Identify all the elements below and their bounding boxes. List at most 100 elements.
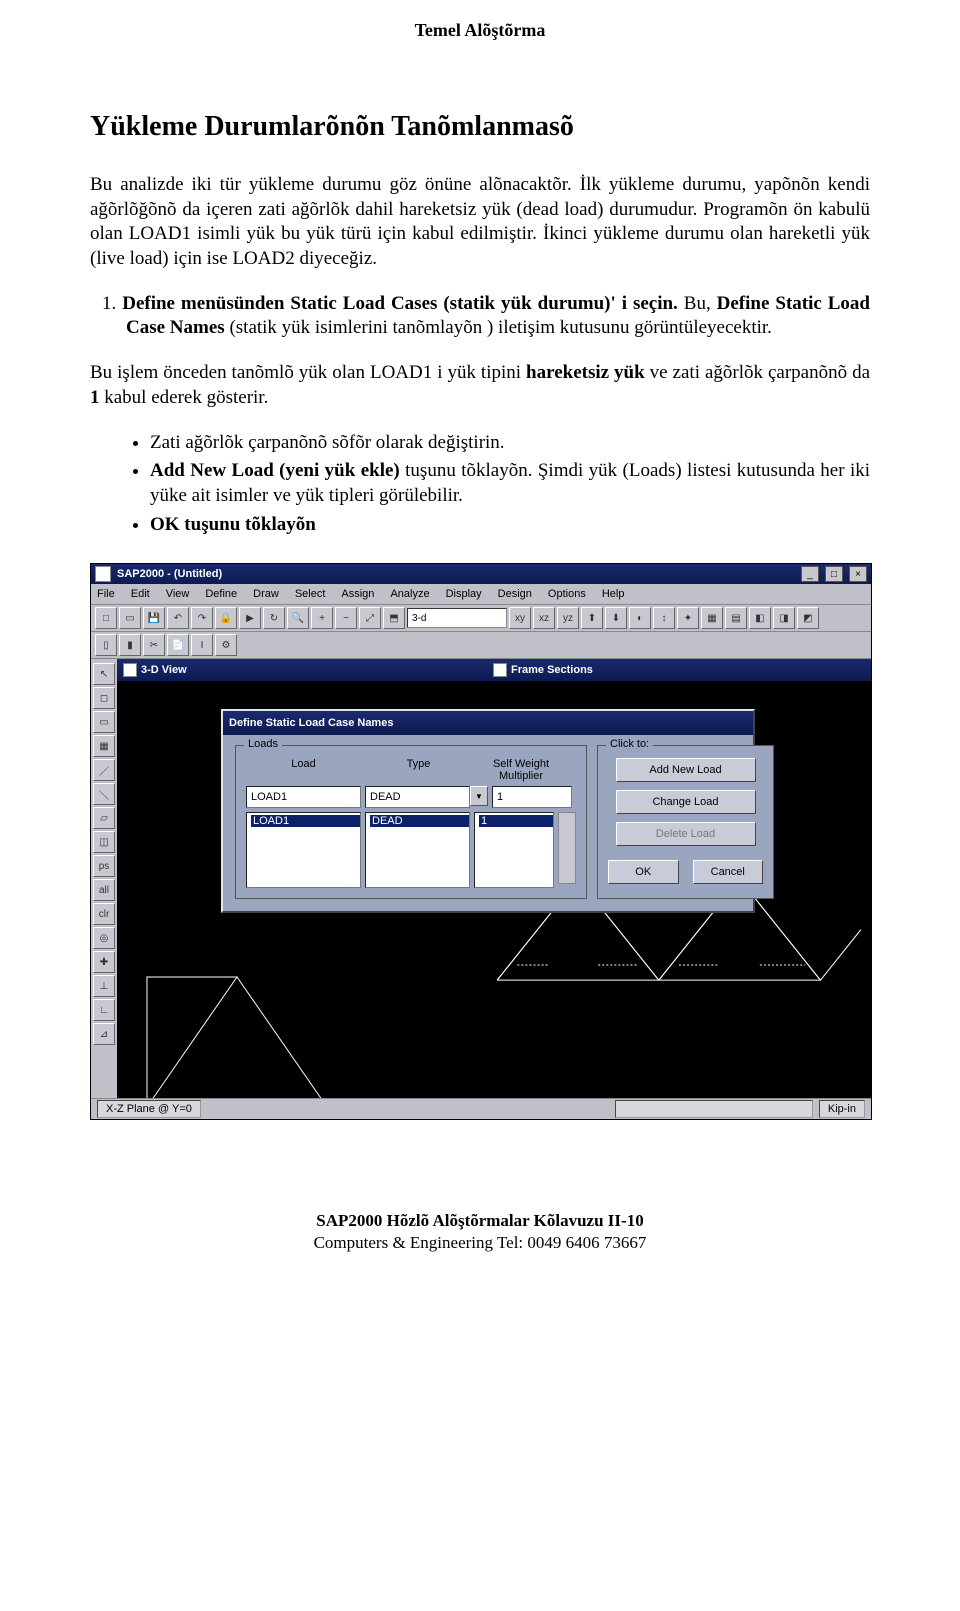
palette-tool[interactable]: ▱ [93, 807, 115, 829]
toolbar-button[interactable]: 🔒 [215, 607, 237, 629]
toolbar-button[interactable]: 💾 [143, 607, 165, 629]
menu-draw[interactable]: Draw [253, 588, 279, 600]
toolbar-1: □ ▭ 💾 ↶ ↷ 🔒 ▶ ↻ 🔍 + − ⤢ ⬒ 3-d xy xz yz ⬆… [91, 605, 871, 632]
note-part-c: kabul ederek gösterir. [100, 387, 269, 408]
column-headers: Load Type Self Weight Multiplier [246, 758, 576, 782]
bullet-2: Add New Load (yeni yük ekle) tuşunu tõkl… [150, 459, 870, 508]
palette-tool[interactable]: ✚ [93, 951, 115, 973]
toolbar-button[interactable]: ⤢ [359, 607, 381, 629]
menu-file[interactable]: File [97, 588, 115, 600]
toolbar-button[interactable]: ↻ [263, 607, 285, 629]
palette-tool[interactable]: ⊥ [93, 975, 115, 997]
toolbar-button[interactable]: ↕ [653, 607, 675, 629]
toolbar-button[interactable]: ↶ [167, 607, 189, 629]
view-combo[interactable]: 3-d [407, 608, 507, 628]
toolbar-button[interactable]: − [335, 607, 357, 629]
menu-options[interactable]: Options [548, 588, 586, 600]
toolbar-button[interactable]: ✦ [677, 607, 699, 629]
loads-group: Loads Load Type Self Weight Multiplier L… [235, 745, 587, 899]
status-units[interactable]: Kip-in [819, 1100, 865, 1118]
toolbar-button[interactable]: ◐ [629, 607, 651, 629]
toolbar-button[interactable]: ▤ [725, 607, 747, 629]
menu-analyze[interactable]: Analyze [390, 588, 429, 600]
bullet-2-bold: Add New Load (yeni yük ekle) [150, 460, 400, 481]
list-scrollbar[interactable] [558, 812, 576, 884]
toolbar-button[interactable]: □ [95, 607, 117, 629]
toolbar-button[interactable]: I [191, 634, 213, 656]
toolbar-button[interactable]: ⚙ [215, 634, 237, 656]
toolbar-button[interactable]: ◩ [797, 607, 819, 629]
close-button[interactable]: × [849, 566, 867, 582]
menu-design[interactable]: Design [498, 588, 532, 600]
palette-tool[interactable]: ＼ [93, 783, 115, 805]
col-header-mult-line1: Self Weight [476, 758, 566, 770]
type-list[interactable]: DEAD [365, 812, 470, 888]
minimize-button[interactable]: _ [801, 566, 819, 582]
self-weight-multiplier-input[interactable]: 1 [492, 786, 572, 808]
toolbar-button[interactable]: xy [509, 607, 531, 629]
palette-tool[interactable]: ps [93, 855, 115, 877]
load-list[interactable]: LOAD1 [246, 812, 361, 888]
view-icon [493, 663, 507, 677]
menu-view[interactable]: View [166, 588, 190, 600]
toolbar-button[interactable]: ⬒ [383, 607, 405, 629]
toolbar-button[interactable]: ◨ [773, 607, 795, 629]
toolbar-button[interactable]: xz [533, 607, 555, 629]
note-part-a: Bu işlem önceden tanõmlõ yük olan LOAD1 … [90, 362, 526, 383]
change-load-button[interactable]: Change Load [616, 790, 756, 814]
dropdown-arrow-icon[interactable]: ▼ [470, 786, 488, 806]
input-row: LOAD1 DEAD ▼ 1 [246, 786, 576, 808]
bullet-3: OK tuşunu tõklayõn [150, 513, 870, 538]
palette-tool[interactable]: ◫ [93, 831, 115, 853]
toolbar-button[interactable]: ◧ [749, 607, 771, 629]
toolbar-button[interactable]: ▭ [119, 607, 141, 629]
maximize-button[interactable]: □ [825, 566, 843, 582]
load-type-select[interactable]: DEAD [365, 786, 470, 808]
toolbar-button[interactable]: ✂ [143, 634, 165, 656]
col-header-load: Load [246, 758, 361, 782]
toolbar-button[interactable]: yz [557, 607, 579, 629]
toolbar-button[interactable]: ▦ [701, 607, 723, 629]
load-name-input[interactable]: LOAD1 [246, 786, 361, 808]
palette-tool[interactable]: clr [93, 903, 115, 925]
palette-tool[interactable]: ▦ [93, 735, 115, 757]
col-header-multiplier: Self Weight Multiplier [476, 758, 566, 782]
cancel-button[interactable]: Cancel [693, 860, 764, 884]
palette-tool[interactable]: ∟ [93, 999, 115, 1021]
palette-tool[interactable]: all [93, 879, 115, 901]
toolbar-button[interactable]: ▮ [119, 634, 141, 656]
palette-tool[interactable]: ⊿ [93, 1023, 115, 1045]
menu-assign[interactable]: Assign [341, 588, 374, 600]
toolbar-button[interactable]: 🔍 [287, 607, 309, 629]
toolbar-button[interactable]: ⬇ [605, 607, 627, 629]
toolbar-button[interactable]: ▯ [95, 634, 117, 656]
menubar: File Edit View Define Draw Select Assign… [91, 584, 871, 605]
step-1-text-c: (statik yük isimlerini tanõmlayõn ) ilet… [225, 317, 772, 338]
ok-button[interactable]: OK [608, 860, 679, 884]
menu-help[interactable]: Help [602, 588, 625, 600]
toolbar-button[interactable]: ▶ [239, 607, 261, 629]
add-new-load-button[interactable]: Add New Load [616, 758, 756, 782]
palette-tool[interactable]: ◻ [93, 687, 115, 709]
toolbar-button[interactable]: + [311, 607, 333, 629]
menu-define[interactable]: Define [205, 588, 237, 600]
pointer-tool[interactable]: ↖ [93, 663, 115, 685]
menu-display[interactable]: Display [446, 588, 482, 600]
toolbar-button[interactable]: ↷ [191, 607, 213, 629]
footer-subtitle: Computers & Engineering Tel: 0049 6406 7… [90, 1232, 870, 1254]
palette-tool[interactable]: ▭ [93, 711, 115, 733]
load-list-item[interactable]: LOAD1 [251, 815, 360, 827]
palette-tool[interactable]: ◎ [93, 927, 115, 949]
delete-load-button[interactable]: Delete Load [616, 822, 756, 846]
toolbar-button[interactable]: ⬆ [581, 607, 603, 629]
toolbar-2: ▯ ▮ ✂ 📄 I ⚙ [91, 632, 871, 659]
menu-select[interactable]: Select [295, 588, 326, 600]
toolbar-button[interactable]: 📄 [167, 634, 189, 656]
step-1-text-b: Bu, [678, 293, 717, 314]
type-list-item[interactable]: DEAD [370, 815, 469, 827]
multiplier-list[interactable]: 1 [474, 812, 554, 888]
define-static-load-case-names-dialog: Define Static Load Case Names Loads Load… [221, 709, 755, 913]
palette-tool[interactable]: ／ [93, 759, 115, 781]
menu-edit[interactable]: Edit [131, 588, 150, 600]
multiplier-list-item[interactable]: 1 [479, 815, 553, 827]
